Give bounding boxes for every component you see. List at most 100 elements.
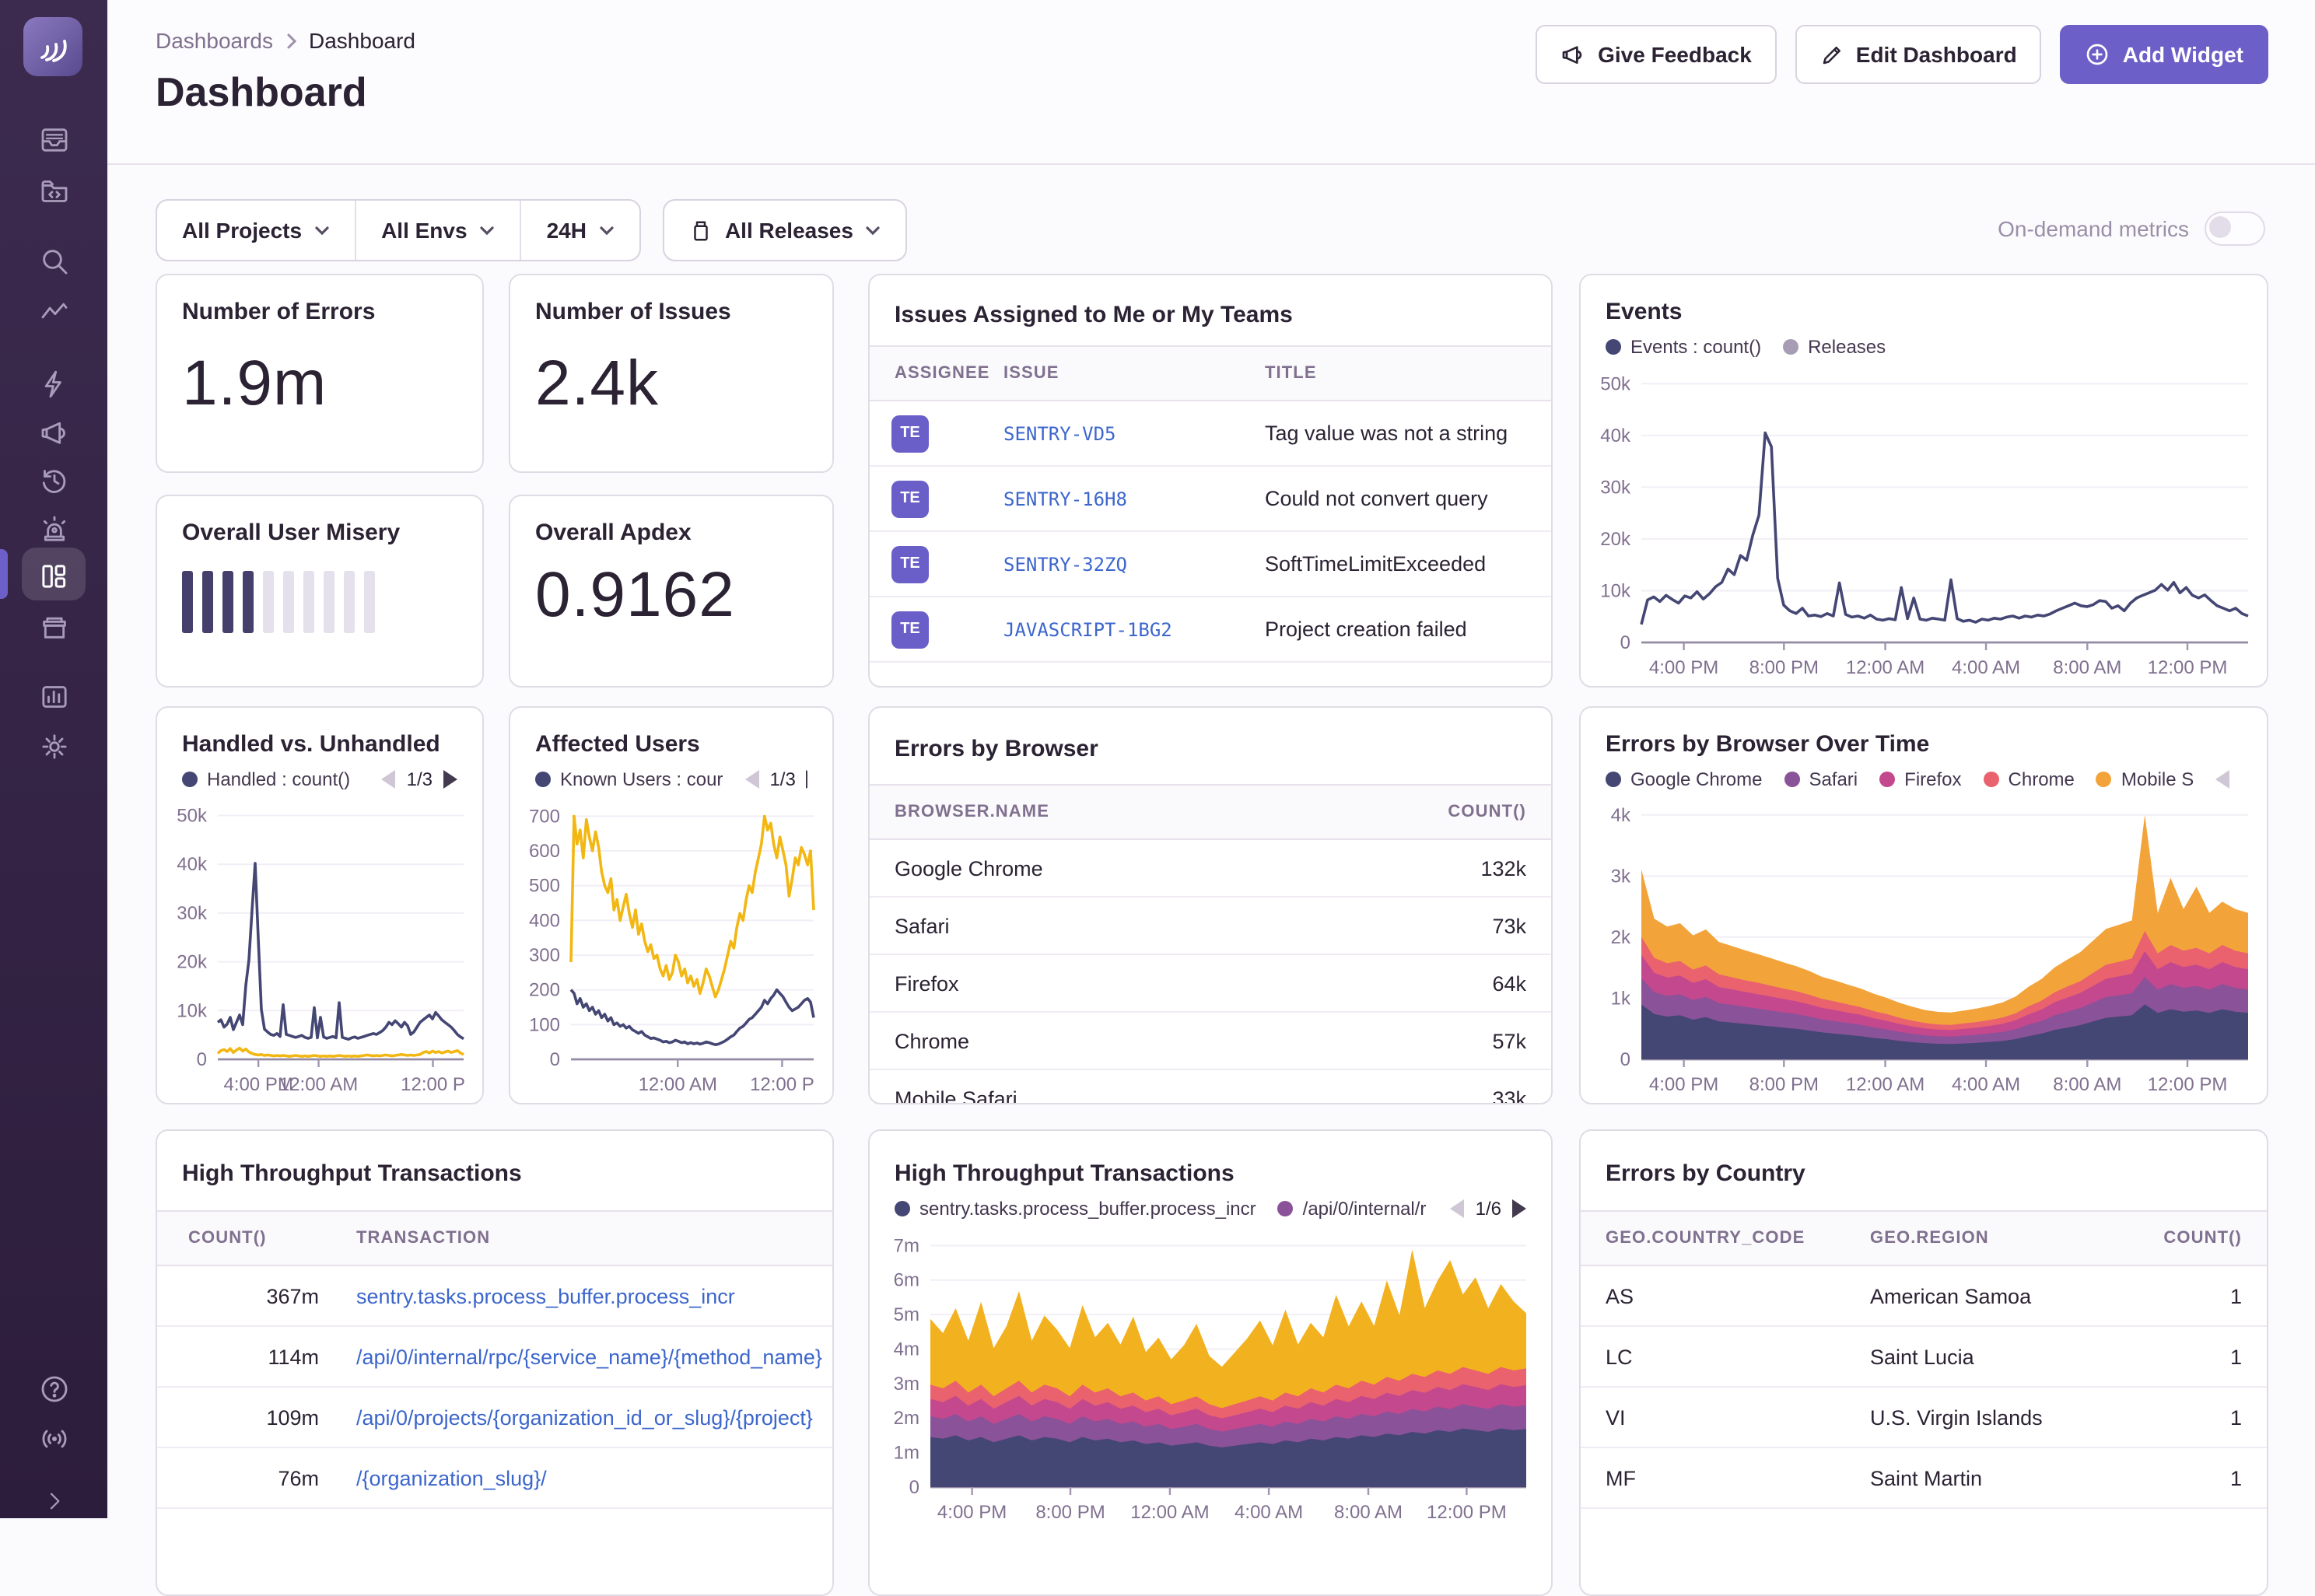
svg-text:12:00 PM: 12:00 PM [2148, 657, 2228, 678]
issue-link[interactable]: SENTRY-32ZQ [1003, 553, 1265, 575]
assignee-avatar: TE [891, 545, 929, 583]
sidebar-item-dashboards[interactable] [0, 552, 107, 599]
svg-text:8:00 PM: 8:00 PM [1749, 1074, 1819, 1095]
svg-text:4:00 AM: 4:00 AM [1235, 1502, 1303, 1523]
legend-item[interactable]: Events : count() [1606, 336, 1761, 358]
sentry-logo[interactable] [23, 17, 82, 76]
column-header[interactable]: GEO.COUNTRY_CODE [1581, 1229, 1870, 1248]
add-widget-button[interactable]: Add Widget [2061, 25, 2268, 84]
sidebar-item-stats[interactable] [0, 674, 107, 720]
sidebar-item-performance[interactable] [0, 361, 107, 408]
issue-title: Project creation failed [1265, 618, 1551, 641]
svg-text:0: 0 [550, 1049, 560, 1070]
column-header[interactable]: ISSUE [1003, 364, 1265, 383]
column-header[interactable]: COUNT() [157, 1229, 319, 1248]
sidebar-item-archive[interactable] [0, 604, 107, 650]
legend-item[interactable]: Handled : count() [182, 768, 350, 790]
legend-item[interactable]: Firefox [1879, 768, 1961, 790]
legend-item[interactable]: Google Chrome [1606, 768, 1762, 790]
issue-title: Tag value was not a string [1265, 422, 1551, 445]
transaction-link[interactable]: /api/0/internal/rpc/{service_name}/{meth… [319, 1345, 832, 1368]
sidebar-item-collapse[interactable] [0, 1478, 107, 1524]
transaction-link[interactable]: /api/0/projects/{organization_id_or_slug… [319, 1405, 832, 1429]
give-feedback-button[interactable]: Give Feedback [1536, 25, 1777, 84]
pagination-next-button[interactable] [443, 770, 457, 789]
column-header[interactable]: TITLE [1265, 364, 1551, 383]
environment-filter-label: All Envs [381, 218, 468, 243]
svg-text:2m: 2m [894, 1408, 919, 1429]
widget-errors-by-browser-over-time[interactable]: Errors by Browser Over Time Google Chrom… [1579, 706, 2268, 1104]
sidebar-item-releases[interactable] [0, 409, 107, 456]
svg-text:3m: 3m [894, 1374, 919, 1395]
column-header[interactable]: COUNT() [1380, 803, 1551, 821]
table-row: Chrome57k [870, 1013, 1551, 1070]
legend-dot [2096, 772, 2112, 787]
chevron-down-icon [480, 225, 496, 236]
pagination-label: 1/6 [1476, 1198, 1501, 1220]
sidebar-item-settings[interactable] [0, 723, 107, 770]
breadcrumb-dashboards[interactable]: Dashboards [156, 28, 273, 53]
issue-link[interactable]: SENTRY-VD5 [1003, 422, 1265, 444]
sidebar-item-help[interactable] [0, 1366, 107, 1412]
apdex-value: 0.9162 [535, 558, 807, 632]
country-code: LC [1581, 1345, 1870, 1368]
edit-dashboard-button[interactable]: Edit Dashboard [1795, 25, 2042, 84]
svg-text:200: 200 [529, 980, 560, 1001]
pagination-prev-button[interactable] [1451, 1199, 1465, 1218]
environment-filter[interactable]: All Envs [355, 201, 520, 260]
widget-errors-by-browser[interactable]: Errors by Browser BROWSER.NAMECOUNT()Goo… [868, 706, 1553, 1104]
legend-item[interactable]: Safari [1784, 768, 1858, 790]
sidebar-item-issues[interactable] [0, 117, 107, 163]
widget-number-of-errors[interactable]: Number of Errors 1.9m [156, 274, 484, 473]
project-filter[interactable]: All Projects [157, 201, 355, 260]
release-filter[interactable]: All Releases [664, 201, 906, 260]
breadcrumb-dashboard[interactable]: Dashboard [309, 28, 415, 53]
transaction-link[interactable]: /{organization_slug}/ [319, 1466, 832, 1489]
breadcrumb-separator-icon [285, 32, 296, 49]
sidebar-item-whats-new[interactable] [0, 1416, 107, 1462]
column-header[interactable]: TRANSACTION [319, 1229, 832, 1248]
legend-item[interactable]: /api/0/internal/r [1278, 1198, 1427, 1220]
sidebar-item-explore[interactable] [0, 238, 107, 285]
sidebar-item-alerts[interactable] [0, 506, 107, 552]
column-header[interactable]: ASSIGNEE [870, 364, 1003, 383]
browser-count: 57k [1380, 1029, 1551, 1052]
widget-high-throughput-chart[interactable]: High Throughput Transactions sentry.task… [868, 1129, 1553, 1596]
ondemand-metrics-toggle[interactable] [2205, 212, 2265, 246]
widget-handled-vs-unhandled[interactable]: Handled vs. Unhandled Handled : count()1… [156, 706, 484, 1104]
misery-segment [324, 571, 334, 633]
table-row: 109m/api/0/projects/{organization_id_or_… [157, 1388, 832, 1448]
widget-high-throughput-table[interactable]: High Throughput Transactions COUNT()TRAN… [156, 1129, 834, 1596]
sidebar-item-projects[interactable] [0, 168, 107, 215]
widget-user-misery[interactable]: Overall User Misery [156, 495, 484, 688]
widget-issues-assigned[interactable]: Issues Assigned to Me or My Teams ASSIGN… [868, 274, 1553, 688]
sidebar-item-replays[interactable] [0, 457, 107, 504]
pagination-prev-button[interactable] [382, 770, 396, 789]
widget-title: Number of Errors [182, 299, 457, 325]
svg-text:4:00 PM: 4:00 PM [937, 1502, 1007, 1523]
pagination-prev-button[interactable] [2215, 770, 2229, 789]
legend-item[interactable]: Chrome [1984, 768, 2075, 790]
sidebar-item-traces[interactable] [0, 289, 107, 336]
widget-events[interactable]: Events Events : count()Releases 010k20k3… [1579, 274, 2268, 688]
pagination-next-button[interactable] [1512, 1199, 1526, 1218]
issue-link[interactable]: JAVASCRIPT-1BG2 [1003, 618, 1265, 640]
legend-item[interactable]: sentry.tasks.process_buffer.process_incr [895, 1198, 1256, 1220]
legend-item[interactable]: Releases [1783, 336, 1886, 358]
widget-apdex[interactable]: Overall Apdex 0.9162 [509, 495, 834, 688]
issue-link[interactable]: SENTRY-16H8 [1003, 488, 1265, 509]
widget-errors-by-country[interactable]: Errors by Country GEO.COUNTRY_CODEGEO.RE… [1579, 1129, 2268, 1596]
pencil-icon [1820, 43, 1844, 66]
legend-item[interactable]: Known Users : cour [535, 768, 723, 790]
widget-affected-users[interactable]: Affected Users Known Users : cour1/3 010… [509, 706, 834, 1104]
widget-number-of-issues[interactable]: Number of Issues 2.4k [509, 274, 834, 473]
column-header[interactable]: BROWSER.NAME [870, 803, 1380, 821]
svg-text:700: 700 [529, 806, 560, 827]
legend-item[interactable]: Mobile S [2096, 768, 2194, 790]
date-range-filter[interactable]: 24H [520, 201, 639, 260]
column-header[interactable]: GEO.REGION [1870, 1229, 2133, 1248]
pagination-prev-button[interactable] [744, 770, 758, 789]
column-header[interactable]: COUNT() [2133, 1229, 2267, 1248]
transaction-link[interactable]: sentry.tasks.process_buffer.process_incr [319, 1284, 832, 1307]
browser-count: 73k [1380, 914, 1551, 937]
